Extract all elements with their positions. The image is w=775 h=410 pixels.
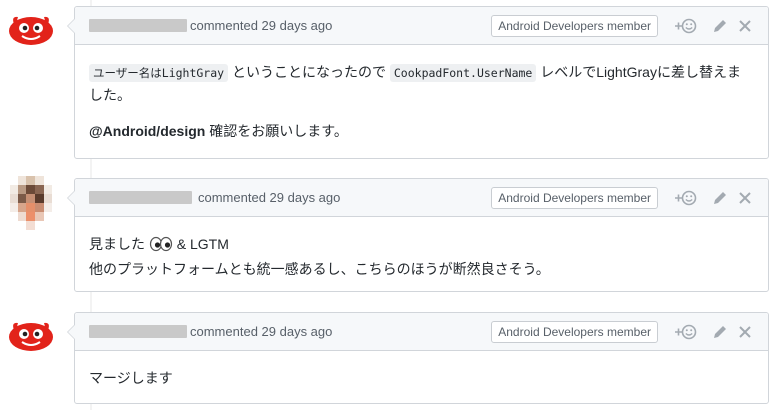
comment-paragraph: マージします bbox=[89, 370, 173, 386]
body-text: ということになったので bbox=[228, 64, 390, 80]
add-reaction-icon[interactable] bbox=[674, 322, 698, 342]
avatar[interactable] bbox=[8, 8, 54, 54]
comment-actions bbox=[674, 16, 754, 36]
comment-paragraph: 見ました & LGTM bbox=[89, 233, 754, 258]
author-name-redacted[interactable] bbox=[89, 191, 192, 204]
close-icon[interactable] bbox=[738, 16, 752, 36]
comment-header: commented 29 days ago Android Developers… bbox=[75, 313, 768, 351]
comment-paragraph: @Android/design 確認をお願いします。 bbox=[89, 120, 754, 142]
comment-header: commented 29 days ago Android Developers… bbox=[75, 7, 768, 45]
member-badge: Android Developers member bbox=[491, 187, 658, 209]
inline-code: CookpadFont.UserName bbox=[389, 64, 537, 82]
comment-timestamp[interactable]: commented 29 days ago bbox=[190, 324, 332, 339]
close-icon[interactable] bbox=[738, 188, 752, 208]
avatar[interactable] bbox=[8, 314, 54, 360]
author-name-redacted[interactable] bbox=[89, 325, 187, 338]
body-text: 見ました bbox=[89, 236, 145, 252]
body-text: & LGTM bbox=[172, 236, 229, 252]
add-reaction-icon[interactable] bbox=[674, 188, 698, 208]
comment-actions bbox=[674, 188, 754, 208]
comment-box: commented 29 days ago Android Developers… bbox=[67, 312, 769, 404]
comment-body: ユーザー名はLightGray ということになったので CookpadFont.… bbox=[75, 45, 768, 156]
comment-body: 見ました & LGTM 他のプラットフォームとも統一感あるし、こちらのほうが断然… bbox=[75, 217, 768, 294]
close-icon[interactable] bbox=[738, 322, 752, 342]
pencil-icon[interactable] bbox=[712, 322, 728, 342]
comment-actions bbox=[674, 322, 754, 342]
member-badge: Android Developers member bbox=[491, 321, 658, 343]
pencil-icon[interactable] bbox=[712, 16, 728, 36]
comment-header: commented 29 days ago Android Developers… bbox=[75, 179, 768, 217]
body-text: 確認をお願いします。 bbox=[205, 123, 348, 139]
comment-body: マージします bbox=[75, 351, 768, 403]
add-reaction-icon[interactable] bbox=[674, 16, 698, 36]
comment-paragraph: 他のプラットフォームとも統一感あるし、こちらのほうが断然良さそう。 bbox=[89, 261, 550, 277]
team-mention-link[interactable]: @Android/design bbox=[89, 123, 205, 139]
inline-code: ユーザー名はLightGray bbox=[89, 64, 229, 82]
comment-timestamp[interactable]: commented 29 days ago bbox=[198, 190, 340, 205]
pencil-icon[interactable] bbox=[712, 188, 728, 208]
author-name-redacted[interactable] bbox=[89, 19, 187, 32]
comment-timestamp[interactable]: commented 29 days ago bbox=[190, 18, 332, 33]
avatar[interactable] bbox=[10, 176, 52, 230]
eyes-emoji-icon bbox=[149, 236, 173, 258]
comment-box: commented 29 days ago Android Developers… bbox=[67, 178, 769, 294]
comment-paragraph: ユーザー名はLightGray ということになったので CookpadFont.… bbox=[89, 61, 754, 106]
comment-box: commented 29 days ago Android Developers… bbox=[67, 6, 769, 159]
member-badge: Android Developers member bbox=[491, 15, 658, 37]
